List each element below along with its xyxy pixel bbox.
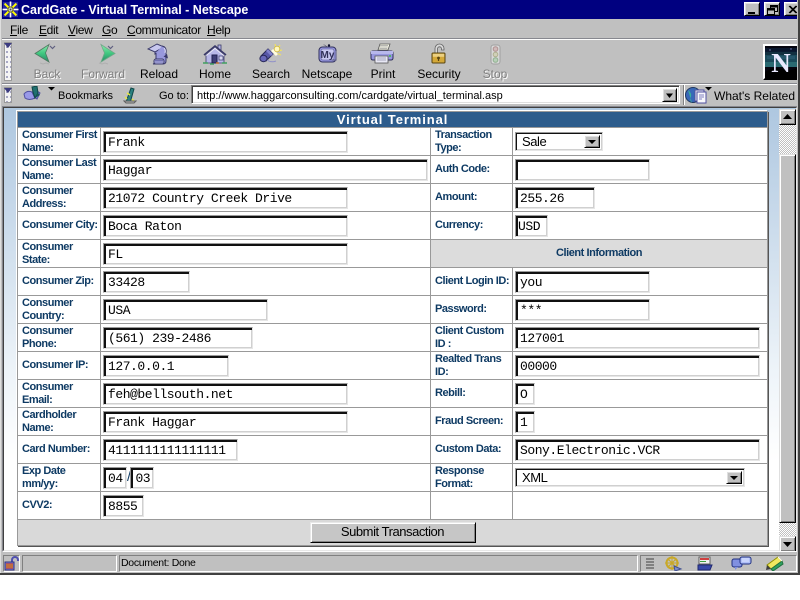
svg-text:My: My: [321, 50, 335, 61]
svg-text:N: N: [771, 48, 791, 78]
